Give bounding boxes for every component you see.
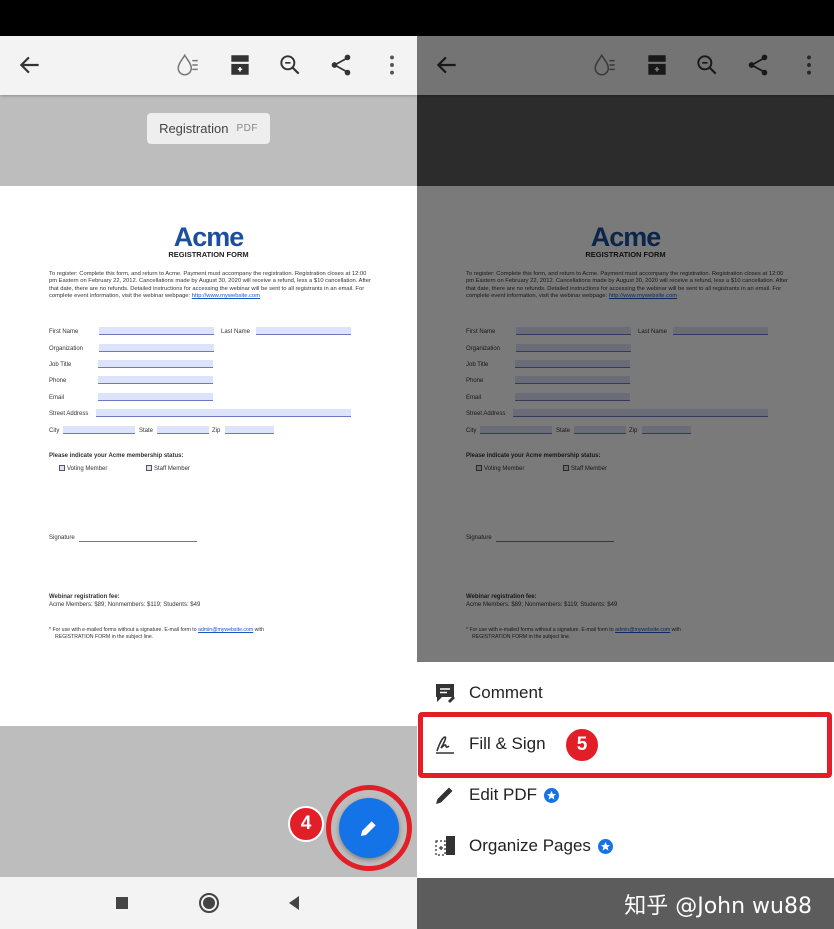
pencil-icon [361, 820, 377, 836]
recents-square-icon[interactable] [110, 891, 134, 915]
document-type: PDF [236, 123, 258, 134]
fee-heading: Webinar registration fee: [49, 594, 120, 600]
voting-member-option[interactable]: Voting Member [59, 465, 107, 472]
more-options-icon[interactable] [378, 51, 406, 79]
page-view-icon[interactable] [226, 51, 254, 79]
share-icon[interactable] [327, 51, 355, 79]
staff-member-option[interactable]: Staff Member [146, 465, 190, 472]
staff-member-checkbox[interactable] [146, 465, 152, 471]
intro-link[interactable]: http://www.mywebsite.com [192, 293, 260, 299]
phone-field[interactable] [98, 376, 213, 384]
street-address-label: Street Address [49, 411, 89, 417]
first-name-field[interactable] [99, 327, 214, 335]
organize-pages-icon [435, 836, 455, 856]
back-arrow-icon[interactable] [16, 51, 44, 79]
signature-line[interactable] [79, 541, 197, 542]
document-name: Registration [159, 121, 229, 136]
city-field[interactable] [63, 426, 135, 434]
modal-scrim[interactable] [417, 36, 834, 662]
staff-member-label: Staff Member [154, 466, 190, 472]
signature-label: Signature [49, 535, 75, 541]
watermark: 知乎 @John wu88 [624, 894, 812, 919]
job-title-label: Job Title [49, 362, 72, 368]
city-label: City [49, 428, 60, 434]
right-screenshot: Acme REGISTRATION FORM To register: Comp… [417, 36, 834, 929]
voting-member-checkbox[interactable] [59, 465, 65, 471]
acme-logo: Acme [173, 222, 245, 252]
organize-pages-label: Organize Pages [469, 836, 613, 856]
organization-label: Organization [49, 346, 84, 352]
fee-text: Acme Members: $89; Nonmembers: $119; Stu… [49, 602, 201, 608]
reading-mode-icon[interactable] [174, 51, 202, 79]
zip-field[interactable] [225, 426, 274, 434]
footnote-link[interactable]: admin@mywebsite.com [198, 627, 253, 633]
form-title: REGISTRATION FORM [168, 250, 249, 259]
job-title-field[interactable] [98, 360, 213, 368]
intro-text: To register: Complete this form, and ret… [49, 271, 371, 301]
organize-pages-text: Organize Pages [469, 836, 591, 855]
edit-pdf-text: Edit PDF [469, 785, 538, 804]
edit-fab-button[interactable] [339, 798, 399, 858]
last-name-field[interactable] [256, 327, 351, 335]
organization-field[interactable] [99, 344, 214, 352]
status-bar [0, 0, 834, 36]
edit-pencil-icon [436, 787, 453, 804]
fill-sign-highlight-box [418, 712, 832, 778]
footnote-pre: * For use with e-mailed forms without a … [49, 627, 197, 633]
phone-label: Phone [49, 378, 67, 384]
voting-member-label: Voting Member [67, 466, 108, 472]
first-name-label: First Name [49, 329, 79, 335]
footnote-line-2: REGISTRATION FORM in the subject line. [55, 634, 154, 640]
premium-star-icon [597, 839, 613, 854]
email-label: Email [49, 395, 65, 401]
pdf-page: Acme REGISTRATION FORM To register: Comp… [0, 186, 417, 726]
street-address-field[interactable] [96, 409, 351, 417]
email-field[interactable] [98, 393, 213, 401]
comment-label: Comment [469, 683, 543, 702]
top-toolbar [0, 36, 417, 95]
state-field[interactable] [157, 426, 209, 434]
left-screenshot: Registration PDF Acme REGISTRATION FORM … [0, 36, 417, 929]
menu-item-organize-pages[interactable]: Organize Pages [417, 821, 834, 872]
footnote: * For use with e-mailed forms without a … [49, 627, 264, 633]
comment-icon [436, 684, 455, 703]
document-name-pill: Registration PDF [147, 113, 270, 144]
zip-label: Zip [212, 428, 221, 434]
android-nav-bar [0, 877, 417, 929]
membership-heading: Please indicate your Acme membership sta… [49, 453, 184, 459]
footnote-post: with [254, 627, 264, 633]
search-icon[interactable] [276, 51, 304, 79]
last-name-label: Last Name [221, 329, 251, 335]
step-badge-4: 4 [288, 806, 324, 842]
state-label: State [139, 428, 154, 434]
back-triangle-icon[interactable] [282, 891, 306, 915]
edit-pdf-label: Edit PDF [469, 785, 560, 805]
dimmed-nav-area: 知乎 @John wu88 [417, 878, 834, 929]
premium-star-icon [544, 788, 560, 803]
home-circle-icon[interactable] [197, 891, 221, 915]
